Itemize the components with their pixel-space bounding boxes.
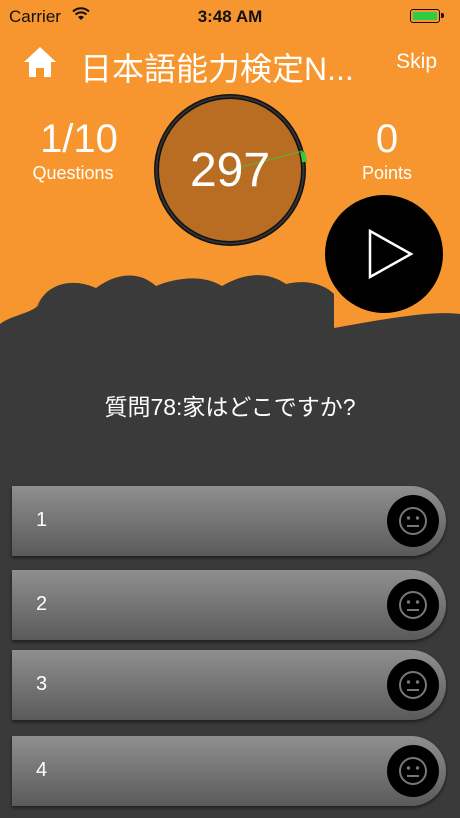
neutral-face-icon [387,745,439,797]
answer-option-4[interactable]: 4 [12,736,446,806]
battery-icon [410,9,444,23]
status-time: 3:48 AM [197,7,263,26]
skip-button[interactable]: Skip [396,50,437,74]
answer-label: 3 [36,673,48,695]
answer-label: 1 [36,509,48,531]
questions-count: 1/10 [40,117,118,161]
neutral-face-icon [387,495,439,547]
answer-option-2[interactable]: 2 [12,570,446,640]
play-button[interactable] [325,195,443,313]
play-icon [368,228,414,280]
neutral-face-icon [387,579,439,631]
answer-option-3[interactable]: 3 [12,650,446,720]
question-text: 質問78:家はどこですか? [104,394,356,420]
status-bar: Carrier 3:48 AM [0,0,460,34]
home-icon[interactable] [22,44,58,80]
questions-label: Questions [32,163,114,183]
points-label: Points [361,163,413,183]
neutral-face-icon [387,659,439,711]
points-count: 0 [375,117,399,161]
timer-value: 297 [189,144,271,197]
answer-label: 4 [36,759,48,781]
answer-label: 2 [36,593,48,615]
answer-option-1[interactable]: 1 [12,486,446,556]
quiz-title: 日本語能力検定N... [80,51,354,87]
